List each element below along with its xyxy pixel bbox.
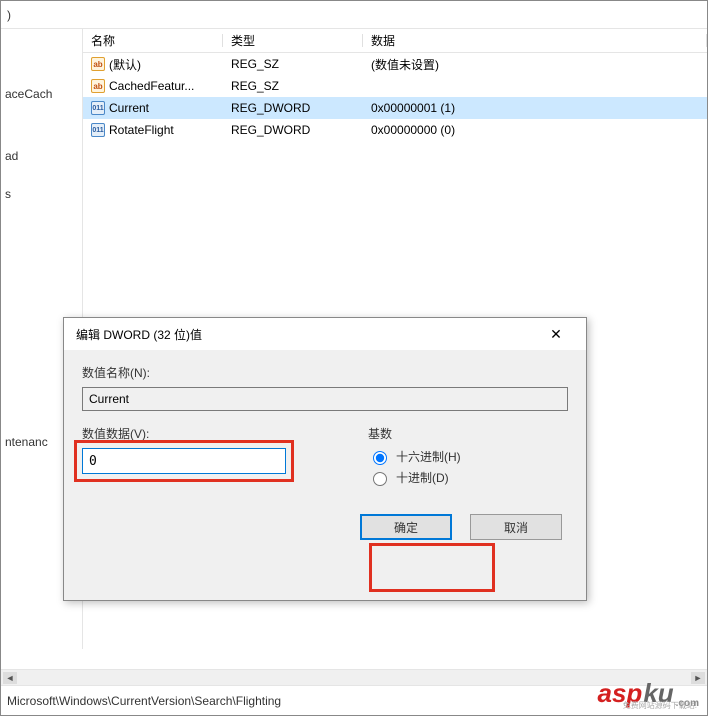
value-name-field (82, 387, 568, 411)
tree-item[interactable]: s (3, 185, 80, 203)
value-type-icon: ab (91, 79, 105, 93)
value-name: RotateFlight (109, 123, 174, 137)
cancel-button[interactable]: 取消 (470, 514, 562, 540)
scroll-left-icon[interactable]: ◄ (3, 672, 17, 684)
tree-item[interactable]: aceCach (3, 85, 80, 103)
value-data-input[interactable] (82, 448, 286, 474)
watermark-subtitle: 免费网站源码下载站! (623, 700, 697, 711)
close-button[interactable]: ✕ (538, 320, 574, 348)
value-type: REG_SZ (223, 79, 363, 93)
radio-hex[interactable]: 十六进制(H) (368, 448, 568, 465)
value-name-label: 数值名称(N): (82, 364, 568, 381)
radio-dec-input[interactable] (373, 472, 387, 486)
status-path: Microsoft\Windows\CurrentVersion\Search\… (7, 694, 281, 708)
value-type-icon: 011 (91, 123, 105, 137)
value-name: (默认) (109, 56, 141, 73)
dialog-title-text: 编辑 DWORD (32 位)值 (76, 326, 202, 343)
menu-bar-fragment: ) (1, 1, 707, 29)
table-row[interactable]: 011 Current REG_DWORD0x00000001 (1) (83, 97, 707, 119)
column-header-data[interactable]: 数据 (363, 32, 707, 49)
value-name: CachedFeatur... (109, 79, 194, 93)
edit-dword-dialog: 编辑 DWORD (32 位)值 ✕ 数值名称(N): 数值数据(V): 基数 … (63, 317, 587, 601)
base-label: 基数 (368, 425, 568, 442)
table-row[interactable]: 011 RotateFlight REG_DWORD0x00000000 (0) (83, 119, 707, 141)
value-data: 0x00000001 (1) (363, 101, 707, 115)
radio-dec-label: 十进制(D) (396, 469, 449, 486)
radio-hex-input[interactable] (373, 451, 387, 465)
value-data: 0x00000000 (0) (363, 123, 707, 137)
window-root: ) aceCach ad s ntenanc 名称 类型 数据 ab(默认)RE… (0, 0, 708, 716)
value-type-icon: ab (91, 57, 105, 71)
watermark: aspku.com 免费网站源码下载站! (598, 678, 700, 709)
close-icon: ✕ (550, 326, 562, 343)
radio-hex-label: 十六进制(H) (396, 448, 461, 465)
column-header-name[interactable]: 名称 (83, 32, 223, 49)
value-data-label: 数值数据(V): (82, 425, 338, 442)
table-row[interactable]: ab CachedFeatur... REG_SZ (83, 75, 707, 97)
dialog-body: 数值名称(N): 数值数据(V): 基数 十六进制(H) 十进制(D) (64, 350, 586, 550)
column-header-type[interactable]: 类型 (223, 32, 363, 49)
ok-button[interactable]: 确定 (360, 514, 452, 540)
radio-dec[interactable]: 十进制(D) (368, 469, 568, 486)
value-type: REG_SZ (223, 57, 363, 71)
tree-item[interactable]: ad (3, 147, 80, 165)
dialog-titlebar[interactable]: 编辑 DWORD (32 位)值 ✕ (64, 318, 586, 350)
value-type-icon: 011 (91, 101, 105, 115)
table-row[interactable]: ab (默认) REG_SZ(数值未设置) (83, 53, 707, 75)
value-data: (数值未设置) (363, 56, 707, 73)
menu-text-fragment: ) (7, 8, 11, 22)
list-body: ab (默认) REG_SZ(数值未设置) ab CachedFeatur... REG_… (83, 53, 707, 141)
highlight-box-ok (369, 543, 495, 592)
value-type: REG_DWORD (223, 123, 363, 137)
list-header: 名称 类型 数据 (83, 29, 707, 53)
value-name: Current (109, 101, 149, 115)
value-type: REG_DWORD (223, 101, 363, 115)
